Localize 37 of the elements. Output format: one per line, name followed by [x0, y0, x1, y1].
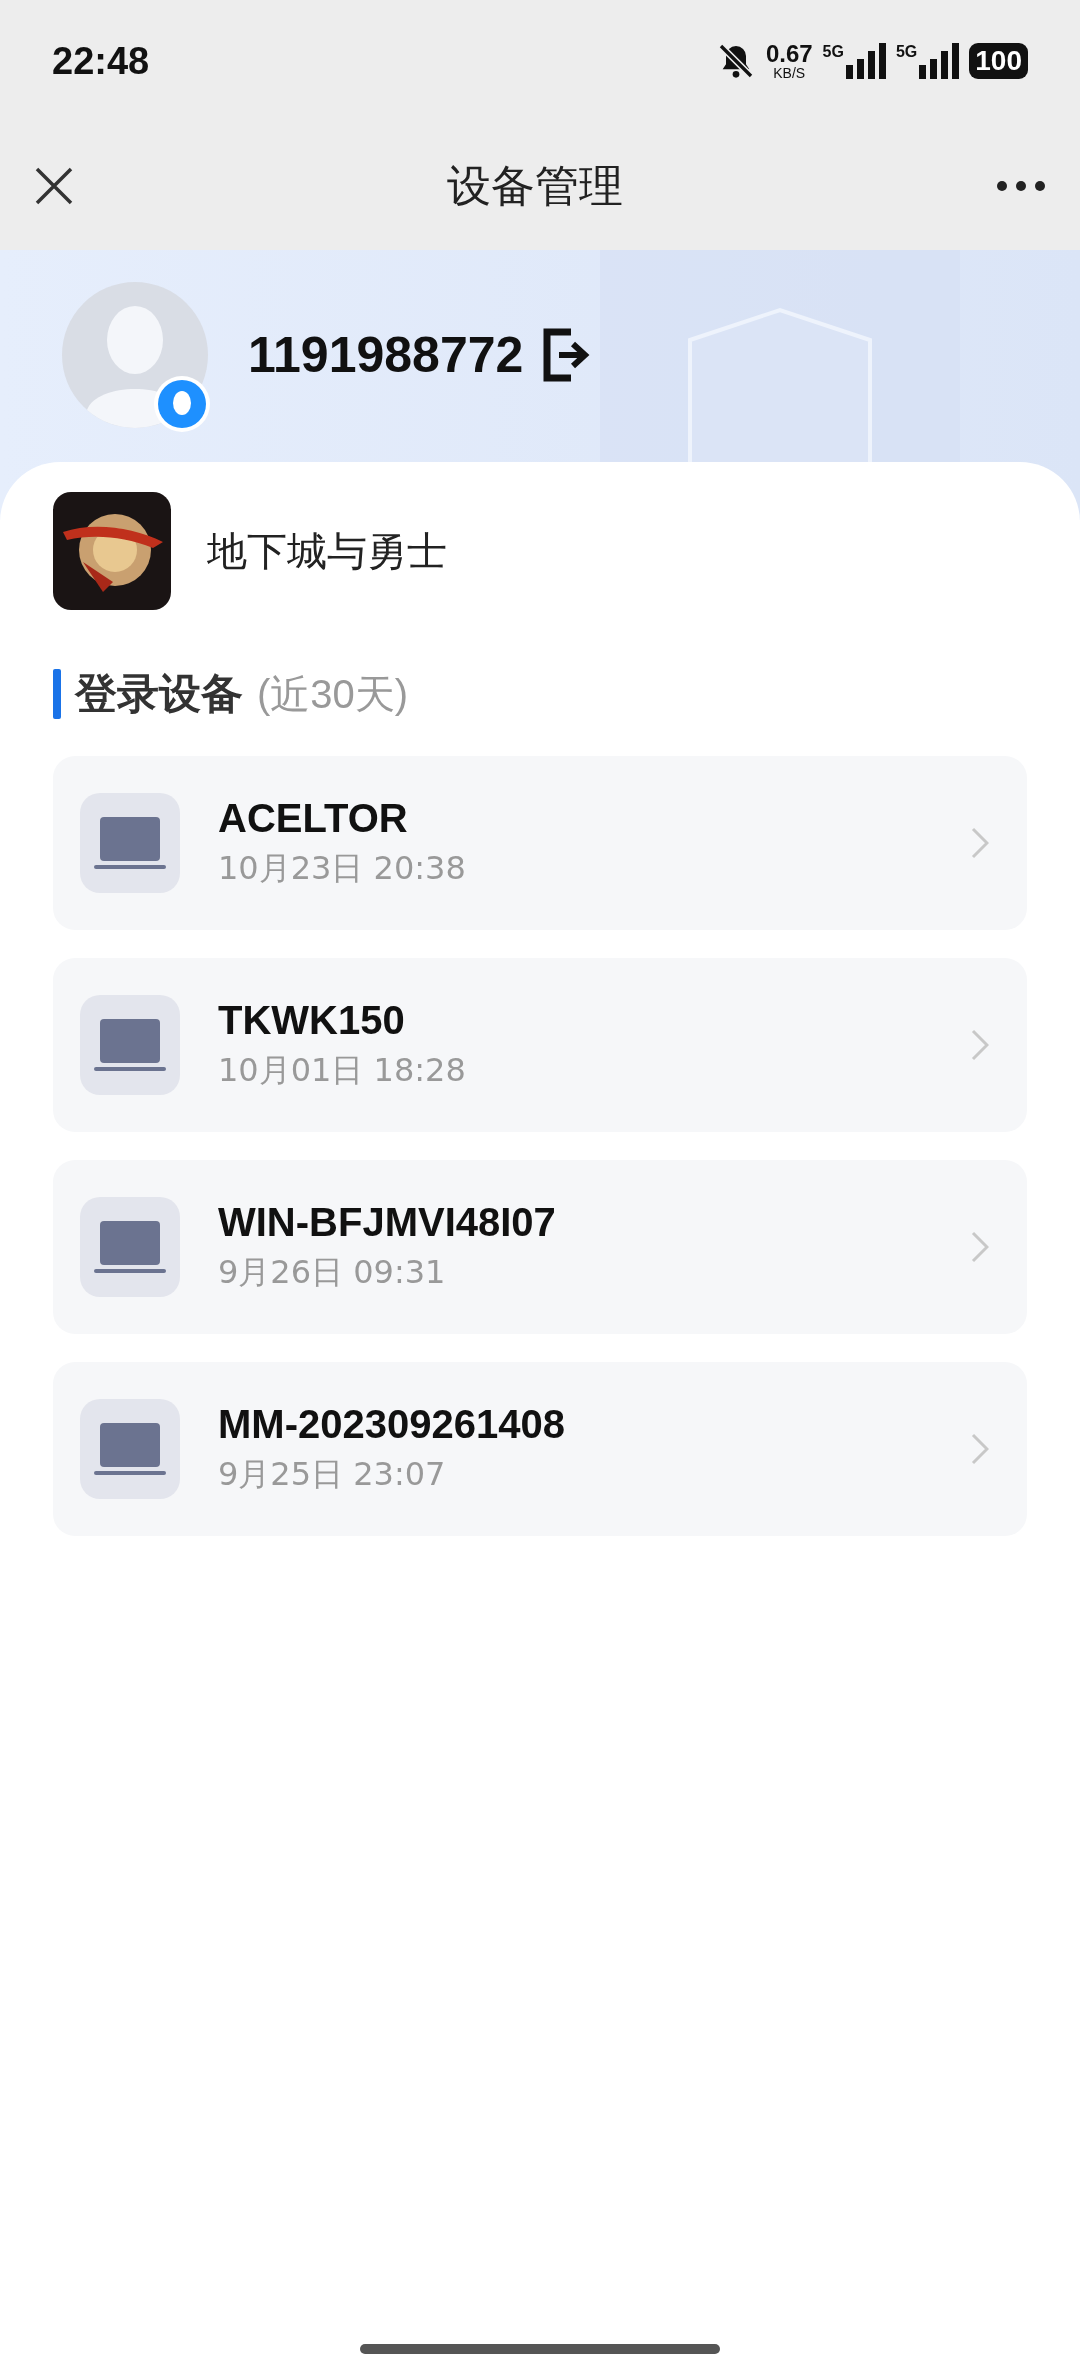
network-speed-unit: KB/S [773, 66, 806, 80]
laptop-icon [80, 1197, 180, 1297]
device-name: WIN-BFJMVI48I07 [218, 1199, 557, 1245]
game-logo-icon [53, 492, 171, 610]
login-time: 10月01日 18:28 [218, 1049, 467, 1091]
laptop-icon [80, 793, 180, 893]
status-time: 22:48 [52, 39, 150, 83]
section-title: 登录设备 [75, 668, 243, 720]
battery-level: 100 [969, 43, 1028, 79]
game-name: 地下城与勇士 [207, 526, 447, 576]
device-card[interactable]: MM-202309261408 9月25日 23:07 [53, 1362, 1027, 1536]
signal-icon [919, 43, 960, 79]
section-subtitle: (近30天) [257, 670, 409, 718]
more-button[interactable] [996, 180, 1046, 192]
section-accent-bar [53, 669, 61, 719]
device-card[interactable]: WIN-BFJMVI48I07 9月26日 09:31 [53, 1160, 1027, 1334]
login-time: 9月25日 23:07 [218, 1453, 447, 1495]
chevron-right-icon [971, 1231, 989, 1263]
device-card[interactable]: ACELTOR 10月23日 20:38 [53, 756, 1027, 930]
page-title: 设备管理 [447, 158, 623, 213]
login-time: 9月26日 09:31 [218, 1251, 447, 1293]
chevron-right-icon [971, 1029, 989, 1061]
close-button[interactable] [34, 166, 74, 206]
network-type: 5G [895, 43, 918, 61]
device-card[interactable]: TKWK150 10月01日 18:28 [53, 958, 1027, 1132]
device-name: TKWK150 [218, 997, 406, 1043]
laptop-icon [80, 995, 180, 1095]
chevron-right-icon [971, 827, 989, 859]
network-type: 5G [822, 43, 844, 61]
login-time: 10月23日 20:38 [218, 847, 467, 889]
chevron-right-icon [971, 1433, 989, 1465]
device-name: ACELTOR [218, 795, 409, 841]
laptop-icon [80, 1399, 180, 1499]
network-speed: 0.67 [765, 42, 813, 66]
device-name: MM-202309261408 [218, 1401, 566, 1447]
account-number: 1191988772 [248, 326, 524, 384]
signal-icon [845, 43, 886, 79]
